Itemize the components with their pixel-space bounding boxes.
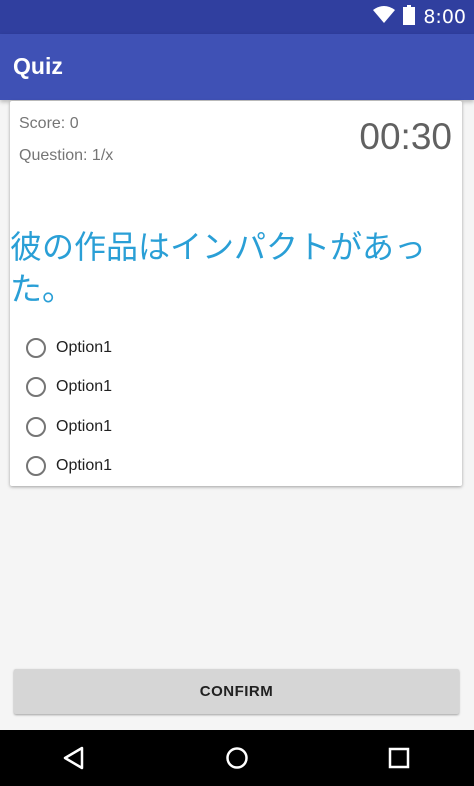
radio-circle-icon[interactable] [26,417,46,437]
option-radio-4[interactable]: Option1 [26,450,112,482]
home-icon[interactable] [223,744,251,772]
option-radio-2[interactable]: Option1 [26,371,112,403]
option-label: Option1 [56,457,113,474]
back-icon[interactable] [60,744,88,772]
radio-circle-icon[interactable] [26,456,46,476]
radio-circle-icon[interactable] [26,338,46,358]
option-label: Option1 [56,418,113,435]
option-label: Option1 [56,339,113,356]
status-time: 8:00 [423,6,466,28]
status-bar: 8:00 [0,0,474,34]
wifi-icon [373,5,396,29]
countdown-timer: 00:30 [359,116,452,157]
confirm-button[interactable]: CONFIRM [14,669,459,714]
system-nav-bar [0,730,474,786]
option-radio-1[interactable]: Option1 [26,332,112,364]
option-radio-3[interactable]: Option1 [26,411,112,443]
score-label: Score: 0 [19,115,79,132]
option-label: Option1 [56,378,113,395]
question-count-label: Question: 1/x [19,147,114,164]
status-icons: 8:00 [373,0,466,34]
quiz-card: Score: 0 Question: 1/x 00:30 彼の作品はインパクトが… [10,101,462,486]
app-title: Quiz [13,53,63,79]
battery-icon [403,4,416,30]
radio-circle-icon[interactable] [26,377,46,397]
recents-icon[interactable] [385,744,413,772]
question-text: 彼の作品はインパクトがあった。 [10,228,427,308]
app-bar: Quiz [0,34,474,100]
